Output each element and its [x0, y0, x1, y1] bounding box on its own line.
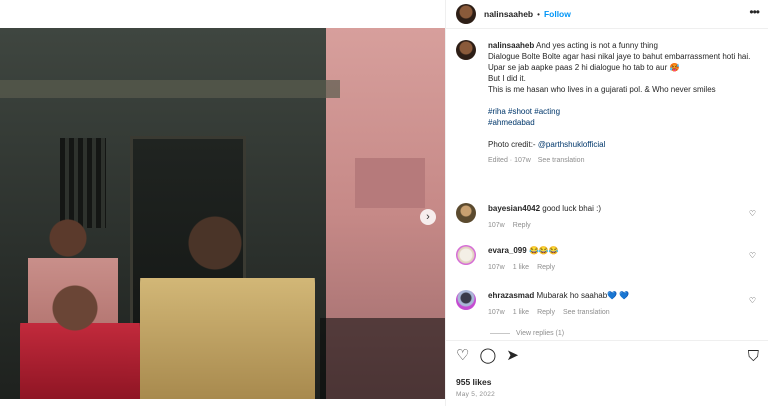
comment-text: 😂😂😂: [528, 246, 559, 255]
heart-icon[interactable]: ♡: [749, 296, 756, 305]
comment-text: Mubarak ho saahab💙 💙: [536, 291, 630, 300]
avatar[interactable]: [456, 4, 476, 24]
likes-count[interactable]: 955 likes: [456, 377, 491, 387]
caption-line-2: Dialogue Bolte Bolte agar hasi nikal jay…: [488, 52, 751, 61]
comment-username[interactable]: bayesian4042: [488, 204, 540, 213]
comment-username[interactable]: ehrazasmad: [488, 291, 534, 300]
caption-line-3: Upar se jab aapke paas 2 hi dialogue ho …: [488, 63, 680, 72]
caption-line-1: nalinsaaheb And yes acting is not a funn…: [488, 41, 658, 50]
avatar[interactable]: [456, 290, 476, 310]
photo-shadow: [320, 318, 445, 399]
avatar[interactable]: [456, 245, 476, 265]
comment-icon[interactable]: ◯: [479, 348, 496, 364]
caption-line-4: But I did it.: [488, 74, 526, 83]
photo-ledge: [0, 80, 340, 98]
post-date: May 5, 2022: [456, 391, 496, 398]
caption: nalinsaaheb And yes acting is not a funn…: [456, 40, 761, 166]
comment-item: bayesian4042 good luck bhai :) 107w Reply…: [456, 203, 761, 231]
comment-text: good luck bhai :): [542, 204, 601, 213]
see-translation-link[interactable]: See translation: [538, 157, 585, 164]
comment-item: evara_099 😂😂😂 107w 1 like Reply ♡: [456, 245, 761, 273]
avatar[interactable]: [456, 203, 476, 223]
photo-person-man: [140, 213, 315, 399]
caption-line-5: This is me hasan who lives in a gujarati…: [488, 85, 716, 94]
photo-credit: Photo credit:- @parthshuklofficial: [488, 140, 606, 149]
heart-icon[interactable]: ♡: [749, 251, 756, 260]
edited-time: Edited · 107w: [488, 157, 531, 164]
caption-spacer-2: [488, 128, 760, 139]
heart-icon[interactable]: ♡: [749, 209, 756, 218]
username[interactable]: nalinsaaheb: [484, 9, 533, 19]
like-icon[interactable]: ♡: [456, 348, 469, 364]
post-photo[interactable]: [0, 28, 445, 399]
reply-button[interactable]: Reply: [513, 222, 531, 229]
reply-button[interactable]: Reply: [537, 309, 555, 316]
more-options-icon[interactable]: •••: [749, 5, 760, 19]
share-icon[interactable]: ➤: [506, 348, 519, 364]
hashtags-line-2[interactable]: #ahmedabad: [488, 117, 760, 128]
photo-credit-link[interactable]: @parthshuklofficial: [538, 140, 606, 149]
comment-likes[interactable]: 1 like: [513, 309, 529, 316]
comment-likes[interactable]: 1 like: [513, 264, 529, 271]
comment-time: 107w: [488, 309, 505, 316]
comment-item: ehrazasmad Mubarak ho saahab💙 💙 107w 1 li…: [456, 290, 761, 318]
follow-button[interactable]: Follow: [544, 9, 571, 19]
see-translation-link[interactable]: See translation: [563, 309, 610, 316]
next-image-button[interactable]: ›: [420, 209, 436, 225]
caption-avatar[interactable]: [456, 40, 476, 60]
hashtags-line-1[interactable]: #riha #shoot #acting: [488, 106, 760, 117]
caption-meta: Edited · 107w See translation: [488, 155, 760, 166]
post-details-panel: nalinsaaheb • Follow ••• nalinsaaheb And…: [445, 0, 768, 406]
caption-body: nalinsaaheb And yes acting is not a funn…: [488, 40, 760, 166]
post-header: nalinsaaheb • Follow •••: [446, 0, 768, 29]
post-actions: ♡ ◯ ➤ ⛉ 955 likes May 5, 2022: [446, 340, 768, 407]
photo-person-red-dupatta: [20, 268, 140, 399]
save-icon[interactable]: ⛉: [748, 348, 759, 365]
view-replies-button[interactable]: View replies (1): [490, 330, 564, 337]
comment-username[interactable]: evara_099: [488, 246, 527, 255]
separator-dot: •: [537, 9, 540, 19]
comment-time: 107w: [488, 264, 505, 271]
chevron-right-icon: ›: [426, 211, 430, 223]
reply-button[interactable]: Reply: [537, 264, 555, 271]
comment-time: 107w: [488, 222, 505, 229]
photo-sign: [355, 158, 425, 208]
instagram-post-modal: › nalinsaaheb • Follow ••• nalinsaaheb A…: [0, 0, 768, 406]
caption-username[interactable]: nalinsaaheb: [488, 41, 534, 50]
